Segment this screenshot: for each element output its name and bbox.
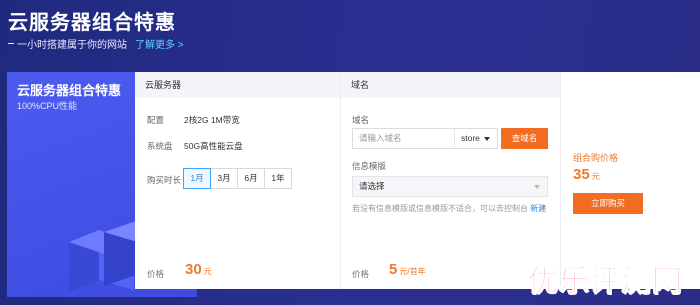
chevron-down-icon bbox=[483, 136, 490, 141]
disk-label: 系统盘 bbox=[147, 141, 173, 151]
page-title: 云服务器组合特惠 bbox=[8, 12, 176, 34]
learn-more-link[interactable]: 了解更多 > bbox=[135, 36, 184, 51]
watermark-text: 优乐评测网 bbox=[528, 265, 683, 299]
server-price-label: 价格 bbox=[147, 269, 165, 279]
column-divider bbox=[340, 72, 341, 289]
domain-price-value: 5 bbox=[389, 261, 398, 278]
promo-title: 云服务器组合特惠 bbox=[17, 83, 122, 98]
server-section-header: 云服务器 bbox=[135, 72, 340, 98]
duration-option-6-months[interactable]: 6月 bbox=[237, 168, 265, 189]
domain-suffix-value: store bbox=[461, 133, 480, 143]
domain-label: 域名 bbox=[352, 115, 370, 125]
disk-value: 50G高性能云盘 bbox=[184, 141, 243, 151]
template-select-value: 请选择 bbox=[359, 181, 385, 191]
server-price: 30 元 bbox=[185, 261, 212, 278]
domain-suffix-select[interactable]: store bbox=[454, 128, 498, 149]
config-label: 配置 bbox=[147, 115, 165, 125]
config-value: 2核2G 1M带宽 bbox=[184, 115, 240, 125]
hero-subtitle: 一小时搭建属于你的网站 bbox=[17, 40, 127, 51]
server-price-unit: 元 bbox=[203, 267, 212, 276]
duration-option-3-months[interactable]: 3月 bbox=[210, 168, 238, 189]
template-label: 信息模版 bbox=[352, 161, 387, 171]
combo-price-label: 组合购价格 bbox=[573, 153, 619, 163]
server-price-value: 30 bbox=[185, 261, 202, 278]
duration-option-1-year[interactable]: 1年 bbox=[264, 168, 292, 189]
hero-subtitle-row: 一小时搭建属于你的网站 了解更多 > bbox=[8, 36, 184, 51]
duration-option-1-month[interactable]: 1月 bbox=[183, 168, 211, 189]
promo-subtitle: 100%CPU性能 bbox=[17, 101, 78, 111]
domain-price: 5 元/首年 bbox=[389, 261, 426, 278]
domain-price-label: 价格 bbox=[352, 269, 370, 279]
combo-price-unit: 元 bbox=[591, 172, 600, 181]
chevron-right-icon: > bbox=[177, 40, 184, 51]
duration-label: 购买时长 bbox=[147, 175, 182, 185]
combo-price-value: 35 bbox=[573, 166, 590, 183]
template-select[interactable]: 请选择 bbox=[352, 176, 548, 197]
domain-section-header: 域名 bbox=[341, 72, 560, 98]
template-note: 若没有信息模版或信息模版不适合，可以去控制台 新建 bbox=[352, 203, 550, 215]
buy-now-button[interactable]: 立即购买 bbox=[573, 193, 643, 214]
domain-price-unit: 元/首年 bbox=[399, 267, 426, 276]
dash-icon bbox=[8, 43, 14, 44]
duration-selector: 1月 3月 6月 1年 bbox=[183, 168, 292, 189]
config-panel: 云服务器 域名 配置 2核2G 1M带宽 系统盘 50G高性能云盘 购买时长 1… bbox=[135, 72, 560, 289]
learn-more-label: 了解更多 bbox=[135, 40, 175, 51]
template-note-text: 若没有信息模版或信息模版不适合，可以去控制台 bbox=[352, 204, 528, 213]
chevron-down-icon bbox=[534, 185, 540, 189]
search-domain-button[interactable]: 查域名 bbox=[501, 128, 548, 149]
combo-price: 35 元 bbox=[573, 166, 600, 183]
create-template-link[interactable]: 新建 bbox=[530, 204, 546, 213]
